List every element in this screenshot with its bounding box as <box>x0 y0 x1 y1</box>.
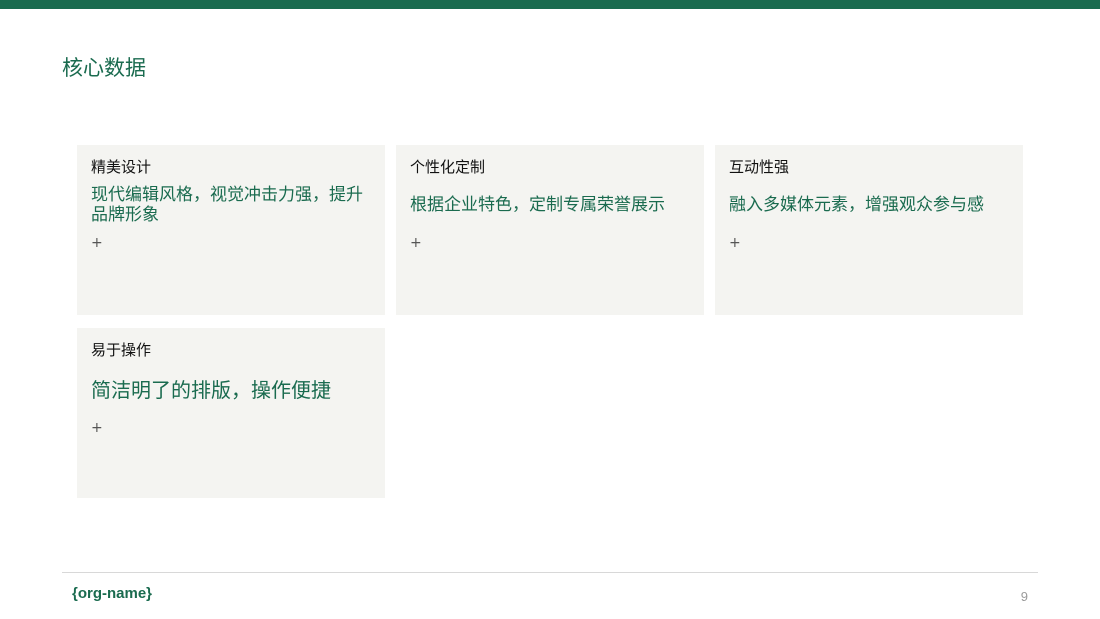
footer-org-name: {org-name} <box>72 585 153 602</box>
card-value: 现代编辑风格，视觉冲击力强，提升品牌形象 <box>91 185 363 225</box>
feature-card-ease-of-use: 易于操作 简洁明了的排版，操作便捷 + <box>77 328 385 498</box>
card-value: 根据企业特色，定制专属荣誉展示 <box>410 195 665 215</box>
card-value: 简洁明了的排版，操作便捷 <box>91 378 331 402</box>
page-title: 核心数据 <box>62 56 146 80</box>
card-value: 融入多媒体元素，增强观众参与感 <box>729 195 984 215</box>
feature-card-customization: 个性化定制 根据企业特色，定制专属荣誉展示 + <box>396 145 704 315</box>
plus-icon: + <box>410 235 422 251</box>
card-label: 精美设计 <box>91 158 152 176</box>
card-label: 易于操作 <box>91 341 152 359</box>
plus-icon: + <box>729 235 741 251</box>
feature-card-design: 精美设计 现代编辑风格，视觉冲击力强，提升品牌形象 + <box>77 145 385 315</box>
feature-card-interactivity: 互动性强 融入多媒体元素，增强观众参与感 + <box>715 145 1023 315</box>
plus-icon: + <box>91 235 103 251</box>
top-accent-bar <box>0 0 1100 9</box>
page-number: 9 <box>1020 589 1028 604</box>
plus-icon: + <box>91 420 103 436</box>
card-label: 互动性强 <box>729 158 790 176</box>
footer-divider <box>62 572 1038 573</box>
card-label: 个性化定制 <box>410 158 486 176</box>
